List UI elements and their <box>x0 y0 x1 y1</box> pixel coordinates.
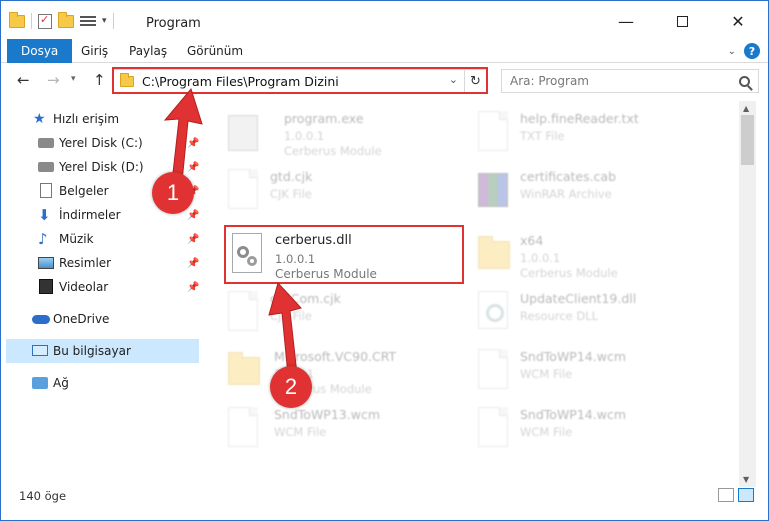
file-icon <box>478 349 510 391</box>
file-icon <box>228 407 260 449</box>
maximize-icon <box>676 15 688 27</box>
file-item[interactable]: x64 1.0.0.1 Cerberus Module <box>456 229 696 287</box>
close-button[interactable]: ✕ <box>715 7 761 35</box>
window-title: Program <box>146 16 201 31</box>
scroll-thumb[interactable] <box>741 115 754 165</box>
explorer-window: ▾ Program — ✕ Dosya Giriş Paylaş Görünüm… <box>0 0 769 521</box>
network-icon <box>32 375 48 391</box>
view-options-icon[interactable] <box>80 14 96 28</box>
nav-item-this-pc[interactable]: Bu bilgisayar <box>6 339 199 363</box>
file-icon <box>478 407 510 449</box>
search-placeholder: Ara: Program <box>510 74 589 88</box>
exe-icon <box>228 111 260 153</box>
file-item[interactable]: gtdCom.cjk CJK File <box>206 287 446 345</box>
maximize-button[interactable] <box>659 7 705 35</box>
forward-button[interactable]: → <box>47 71 60 89</box>
file-item[interactable]: SndToWP14.wcm WCM File <box>456 345 696 403</box>
file-item[interactable]: Microsoft.VC90.CRT 1.0.0.1 Cerberus Modu… <box>206 345 446 403</box>
pin-icon[interactable]: 📌 <box>187 282 199 293</box>
title-bar: ▾ Program — ✕ <box>1 1 768 39</box>
music-icon: ♪ <box>38 230 48 248</box>
nav-item-onedrive[interactable]: OneDrive <box>1 307 206 331</box>
file-icon <box>228 169 260 211</box>
disk-icon <box>38 159 54 175</box>
minimize-button[interactable]: — <box>603 7 649 35</box>
file-highlight-box <box>224 225 464 284</box>
pictures-icon <box>38 255 54 271</box>
scroll-up-icon[interactable]: ▲ <box>743 104 749 113</box>
recent-locations-button[interactable]: ▾ <box>71 74 76 84</box>
documents-icon <box>38 183 54 199</box>
search-icon <box>739 75 750 87</box>
star-icon: ★ <box>33 111 46 127</box>
nav-item-pictures[interactable]: Resimler 📌 <box>1 251 206 275</box>
chevron-down-icon[interactable]: ▾ <box>102 16 107 26</box>
quick-access-toolbar: ▾ <box>9 11 114 29</box>
file-item[interactable]: gtd.cjk CJK File <box>206 165 446 223</box>
vertical-scrollbar[interactable]: ▲ ▼ <box>739 101 756 487</box>
tab-view[interactable]: Görünüm <box>177 39 253 63</box>
nav-item-quick-access[interactable]: ★ Hızlı erişim <box>1 107 206 131</box>
tab-home[interactable]: Giriş <box>71 39 118 63</box>
expand-ribbon-icon[interactable]: ⌄ <box>728 46 736 57</box>
winrar-icon <box>478 169 510 211</box>
nav-item-videos[interactable]: Videolar 📌 <box>1 275 206 299</box>
help-icon[interactable]: ? <box>744 43 760 59</box>
nav-item-local-disk-c[interactable]: Yerel Disk (C:) 📌 <box>1 131 206 155</box>
step-2-badge: 2 <box>270 366 312 408</box>
downloads-icon: ⬇ <box>38 206 51 224</box>
folder-icon <box>478 233 510 275</box>
navigation-pane: ★ Hızlı erişim Yerel Disk (C:) 📌 Yerel D… <box>1 101 206 457</box>
search-input[interactable]: Ara: Program <box>501 69 759 93</box>
pin-icon[interactable]: 📌 <box>187 138 199 149</box>
videos-icon <box>39 279 55 295</box>
properties-icon[interactable] <box>38 13 52 29</box>
file-item[interactable]: certificates.cab WinRAR Archive <box>456 165 696 223</box>
nav-item-network[interactable]: Ağ <box>1 371 206 395</box>
file-item[interactable]: SndToWP14.wcm WCM File <box>456 403 696 461</box>
item-count: 140 öge <box>19 489 67 503</box>
this-pc-icon <box>32 343 48 359</box>
pin-icon[interactable]: 📌 <box>187 210 199 221</box>
folder-icon <box>228 349 260 391</box>
file-icon <box>228 291 260 333</box>
back-button[interactable]: ← <box>17 71 30 89</box>
pin-icon[interactable]: 📌 <box>187 234 199 245</box>
file-item[interactable]: program.exe 1.0.0.1 Cerberus Module <box>206 107 446 165</box>
new-folder-icon[interactable] <box>58 11 74 28</box>
step-1-badge: 1 <box>152 172 194 214</box>
text-file-icon <box>478 111 510 153</box>
pin-icon[interactable]: 📌 <box>187 162 199 173</box>
address-highlight-box <box>112 67 488 94</box>
ribbon-tabs: Dosya Giriş Paylaş Görünüm ⌄ ? <box>1 39 768 63</box>
folder-icon <box>9 11 25 28</box>
tiles-view-icon[interactable] <box>738 488 754 502</box>
disk-icon <box>38 135 54 151</box>
pin-icon[interactable]: 📌 <box>187 258 199 269</box>
file-list: program.exe 1.0.0.1 Cerberus Module help… <box>206 101 739 471</box>
up-button[interactable]: ↑ <box>93 71 106 89</box>
scroll-down-icon[interactable]: ▼ <box>743 475 749 484</box>
status-bar: 140 öge <box>1 487 768 520</box>
file-item[interactable]: SndToWP13.wcm WCM File <box>206 403 446 461</box>
nav-item-music[interactable]: ♪ Müzik 📌 <box>1 227 206 251</box>
file-item[interactable]: UpdateClient19.dll Resource DLL <box>456 287 696 345</box>
dll-icon <box>478 291 510 333</box>
tab-share[interactable]: Paylaş <box>119 39 177 63</box>
onedrive-icon <box>32 311 50 327</box>
file-item[interactable]: help.fineReader.txt TXT File <box>456 107 696 165</box>
tab-file[interactable]: Dosya <box>7 39 73 63</box>
details-view-icon[interactable] <box>718 488 734 502</box>
